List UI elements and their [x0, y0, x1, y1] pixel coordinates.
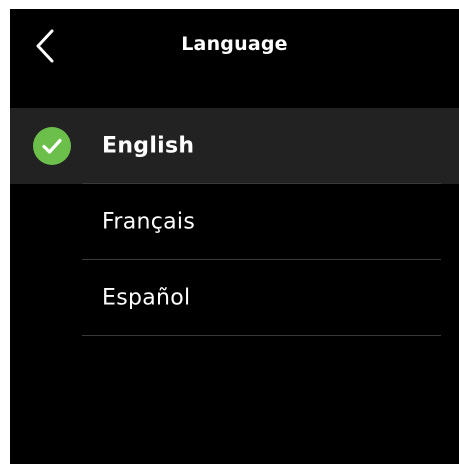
page-title: Language — [181, 33, 288, 55]
language-label: English — [102, 133, 195, 159]
divider — [82, 335, 441, 336]
language-option-francais[interactable]: Français — [10, 184, 459, 260]
check-circle-icon — [33, 127, 71, 165]
language-screen: Language English Français Español — [10, 9, 459, 464]
language-option-espanol[interactable]: Español — [10, 260, 459, 336]
language-label: Français — [102, 209, 196, 235]
language-option-english[interactable]: English — [10, 108, 459, 184]
language-list: English Français Español — [10, 108, 459, 336]
language-label: Español — [102, 285, 191, 311]
